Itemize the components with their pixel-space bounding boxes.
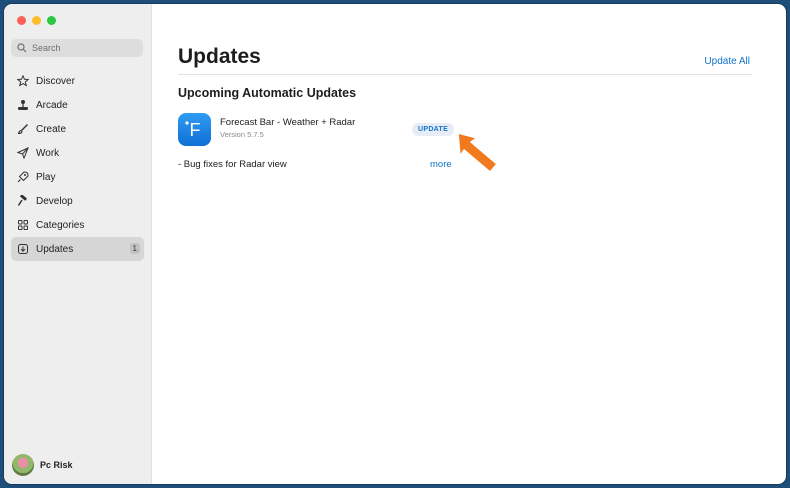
release-notes: - Bug fixes for Radar view xyxy=(178,159,287,170)
sidebar-item-work[interactable]: Work xyxy=(11,141,144,165)
hammer-icon xyxy=(15,193,31,209)
sidebar: Search Discover Arcade Create Work Play … xyxy=(4,4,152,484)
more-link[interactable]: more xyxy=(430,159,452,170)
update-all-button[interactable]: Update All xyxy=(704,56,750,67)
grid-icon xyxy=(15,217,31,233)
download-icon xyxy=(15,241,31,257)
sidebar-item-label: Create xyxy=(36,123,67,135)
rocket-icon xyxy=(15,169,31,185)
sidebar-item-label: Play xyxy=(36,171,56,183)
app-version: Version 5.7.5 xyxy=(220,130,264,139)
paper-plane-icon xyxy=(15,145,31,161)
joystick-icon xyxy=(15,97,31,113)
sidebar-item-label: Arcade xyxy=(36,99,68,111)
minimize-button[interactable] xyxy=(32,16,41,25)
sidebar-item-create[interactable]: Create xyxy=(11,117,144,141)
user-name: Pc Risk xyxy=(40,460,73,470)
search-input[interactable]: Search xyxy=(11,39,143,57)
avatar xyxy=(12,454,34,476)
sidebar-nav: Discover Arcade Create Work Play Develop… xyxy=(11,69,144,261)
sidebar-item-label: Categories xyxy=(36,219,85,231)
close-button[interactable] xyxy=(17,16,26,25)
updates-count-badge: 1 xyxy=(129,243,140,254)
sidebar-item-play[interactable]: Play xyxy=(11,165,144,189)
search-icon xyxy=(17,43,27,53)
sidebar-item-develop[interactable]: Develop xyxy=(11,189,144,213)
app-name[interactable]: Forecast Bar - Weather + Radar xyxy=(220,117,355,128)
sidebar-item-label: Develop xyxy=(36,195,73,207)
sidebar-item-arcade[interactable]: Arcade xyxy=(11,93,144,117)
annotation-arrow-icon xyxy=(457,132,498,173)
sidebar-item-updates[interactable]: Updates 1 xyxy=(11,237,144,261)
zoom-button[interactable] xyxy=(47,16,56,25)
star-icon xyxy=(15,73,31,89)
forecast-bar-app-icon[interactable]: F xyxy=(178,113,211,146)
app-store-window: Search Discover Arcade Create Work Play … xyxy=(3,3,787,485)
sidebar-item-label: Discover xyxy=(36,75,75,87)
app-icon-letter: F xyxy=(190,120,201,140)
window-controls xyxy=(17,16,56,25)
section-title: Upcoming Automatic Updates xyxy=(178,86,357,100)
update-button[interactable]: UPDATE xyxy=(412,123,455,136)
sidebar-item-label: Work xyxy=(36,147,60,159)
sidebar-item-categories[interactable]: Categories xyxy=(11,213,144,237)
user-account[interactable]: Pc Risk xyxy=(12,454,73,476)
brush-icon xyxy=(15,121,31,137)
page-title: Updates xyxy=(178,45,261,68)
search-placeholder: Search xyxy=(32,43,61,53)
main-content: Updates Update All Upcoming Automatic Up… xyxy=(152,4,786,484)
sidebar-item-discover[interactable]: Discover xyxy=(11,69,144,93)
divider xyxy=(178,74,752,75)
sidebar-item-label: Updates xyxy=(36,243,74,255)
